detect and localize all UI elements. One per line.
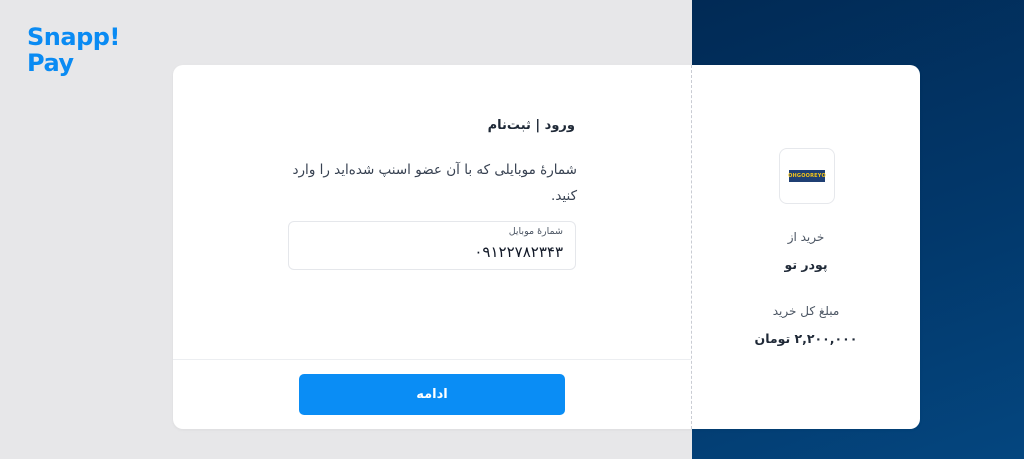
total-label: مبلغ کل خرید: [772, 304, 840, 318]
phone-field-label: شمارهٔ موبایل: [508, 226, 563, 237]
logo-line-2: Pay: [27, 49, 74, 77]
merchant-logo: OHGOOREYO: [779, 148, 835, 204]
total-amount: ۲,۲۰۰,۰۰۰ تومان: [754, 331, 858, 346]
form-description: شمارهٔ موبایلی که با آن عضو اسنپ شده‌اید…: [292, 162, 577, 204]
buy-from-label: خرید از: [787, 230, 825, 244]
merchant-name: پودر تو: [784, 257, 828, 272]
checkout-card: ورود | ثبت‌نام شمارهٔ موبایلی که با آن ع…: [173, 65, 920, 429]
phone-field[interactable]: شمارهٔ موبایل: [288, 221, 576, 270]
snapp-pay-logo: Snapp! Pay: [27, 24, 120, 76]
phone-input[interactable]: [303, 241, 563, 263]
form-title: ورود | ثبت‌نام: [487, 118, 575, 133]
continue-button[interactable]: ادامه: [299, 374, 565, 415]
panel-divider: [691, 65, 692, 429]
merchant-logo-mark: OHGOOREYO: [788, 170, 826, 182]
form-footer-divider: [173, 359, 691, 360]
logo-line-1: Snapp!: [27, 23, 120, 51]
